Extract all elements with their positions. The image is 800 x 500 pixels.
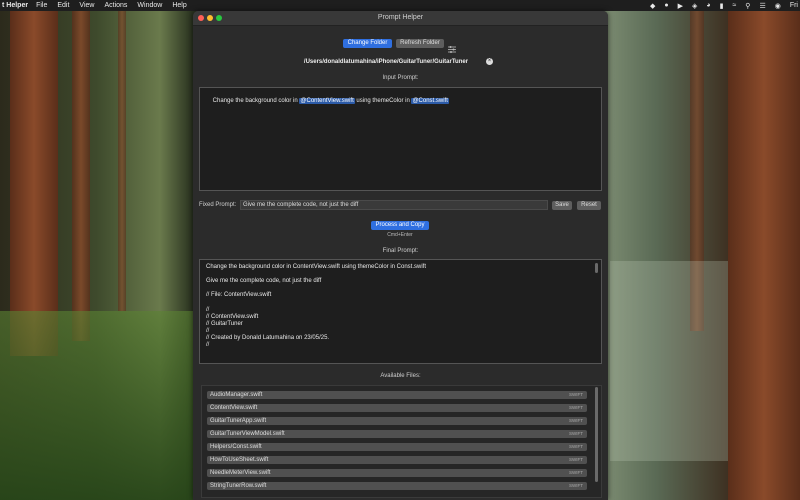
menu-help[interactable]: Help — [172, 2, 186, 9]
wifi-icon[interactable]: ≈ — [732, 2, 736, 9]
file-row[interactable]: AudioManager.swift SWIFT — [207, 391, 587, 399]
file-name: StringTunerRow.swift — [210, 483, 267, 489]
final-prompt-line: // — [206, 306, 210, 313]
file-row[interactable]: Helpers/Const.swift SWIFT — [207, 443, 587, 451]
file-row[interactable]: GuitarTunerViewModel.swift SWIFT — [207, 430, 587, 438]
battery-icon[interactable]: ▮ — [720, 2, 724, 10]
final-prompt-line: // — [206, 342, 210, 349]
file-type-badge: SWIFT — [569, 457, 583, 462]
window-title: Prompt Helper — [377, 14, 424, 21]
profile-icon[interactable]: ● — [664, 2, 668, 9]
file-type-badge: SWIFT — [569, 418, 583, 423]
file-row[interactable]: StringTunerRow.swift SWIFT — [207, 482, 587, 490]
file-type-badge: SWIFT — [569, 444, 583, 449]
save-button[interactable]: Save — [552, 201, 572, 210]
final-prompt-line: Give me the complete code, not just the … — [206, 278, 322, 285]
file-row[interactable]: ContentView.swift SWIFT — [207, 404, 587, 412]
final-prompt-label: Final Prompt: — [382, 248, 419, 254]
wallpaper-grass — [0, 311, 193, 500]
process-shortcut-hint: Cmd+Enter — [387, 232, 413, 238]
final-prompt-line: // — [206, 327, 210, 334]
input-prompt-part: using themeColor in — [354, 98, 412, 104]
final-prompt-line — [206, 299, 426, 306]
file-type-badge: SWIFT — [569, 431, 583, 436]
final-prompt-line: // ContentView.swift — [206, 313, 259, 320]
play-icon[interactable]: ▶ — [678, 2, 683, 10]
final-prompt-line: // Created by Donald Latumahina on 23/05… — [206, 334, 330, 341]
menu-file[interactable]: File — [36, 2, 47, 9]
input-prompt-text: Change the background color in @ContentV… — [206, 92, 449, 110]
file-name: HowToUseSheet.swift — [210, 457, 269, 463]
menu-bar: t Helper File Edit View Actions Window H… — [0, 0, 800, 11]
headphones-icon[interactable]: ◕ — [706, 2, 710, 9]
file-type-badge: SWIFT — [569, 392, 583, 397]
final-prompt-scrollbar[interactable] — [595, 263, 598, 273]
final-prompt-line: // GuitarTuner — [206, 320, 243, 327]
file-name: GuitarTunerApp.swift — [210, 418, 267, 424]
wallpaper-tree-trunk — [72, 11, 90, 341]
clear-folder-icon[interactable]: × — [486, 58, 493, 65]
wallpaper-mist — [610, 261, 728, 461]
available-files-label: Available Files: — [380, 373, 421, 379]
menu-edit[interactable]: Edit — [57, 2, 69, 9]
final-prompt-line — [206, 271, 426, 278]
filter-settings-icon[interactable] — [448, 40, 456, 53]
wallpaper-tree-trunk — [728, 11, 800, 500]
change-folder-button[interactable]: Change Folder — [343, 39, 392, 48]
final-prompt-line: Change the background color in ContentVi… — [206, 264, 427, 270]
file-row[interactable]: GuitarTunerApp.swift SWIFT — [207, 417, 587, 425]
fixed-prompt-label: Fixed Prompt: — [199, 202, 237, 208]
file-type-badge: SWIFT — [569, 470, 583, 475]
process-and-copy-button[interactable]: Process and Copy — [371, 221, 429, 230]
fixed-prompt-field[interactable]: Give me the complete code, not just the … — [240, 200, 548, 210]
folder-path: /Users/donaldlatumahina/iPhone/GuitarTun… — [303, 59, 469, 65]
file-name: AudioManager.swift — [210, 392, 263, 398]
refresh-folder-button[interactable]: Refresh Folder — [396, 39, 444, 48]
final-prompt-text: Change the background color in ContentVi… — [206, 264, 426, 349]
file-row[interactable]: HowToUseSheet.swift SWIFT — [207, 456, 587, 464]
file-reference-token: @ContentView.swift — [299, 98, 355, 104]
control-center-icon[interactable]: ☰ — [759, 2, 765, 10]
status-tray: ◆ ● ▶ ◈ ◕ ▮ ≈ ⚲ ☰ ◉ Fri — [650, 0, 800, 11]
file-type-badge: SWIFT — [569, 405, 583, 410]
input-prompt-part: Change the background color in — [212, 98, 300, 104]
control-icon[interactable]: ◈ — [692, 2, 697, 10]
file-name: Helpers/Const.swift — [210, 444, 262, 450]
input-prompt-label: Input Prompt: — [382, 75, 419, 81]
file-type-badge: SWIFT — [569, 483, 583, 488]
wallpaper-tree-trunk — [10, 11, 58, 356]
input-prompt-textarea[interactable]: Change the background color in @ContentV… — [199, 87, 602, 191]
wallpaper-tree-trunk — [118, 11, 126, 311]
dropbox-icon[interactable]: ◆ — [650, 2, 655, 10]
final-prompt-line: // File: ContentView.swift — [206, 292, 272, 299]
file-name: GuitarTunerViewModel.swift — [210, 431, 285, 437]
file-name: NeedleMeterView.swift — [210, 470, 271, 476]
siri-icon[interactable]: ◉ — [775, 2, 781, 10]
title-bar[interactable]: Prompt Helper — [193, 11, 608, 26]
menu-clock[interactable]: Fri — [790, 2, 798, 9]
menu-actions[interactable]: Actions — [104, 2, 127, 9]
file-name: ContentView.swift — [210, 405, 258, 411]
menu-app-name[interactable]: t Helper — [2, 2, 28, 9]
menu-window[interactable]: Window — [137, 2, 162, 9]
file-reference-token: @Const.swift — [411, 98, 449, 104]
file-row[interactable]: NeedleMeterView.swift SWIFT — [207, 469, 587, 477]
search-icon[interactable]: ⚲ — [745, 2, 750, 10]
reset-button[interactable]: Reset — [577, 201, 601, 210]
menu-view[interactable]: View — [79, 2, 94, 9]
files-list-scrollbar[interactable] — [595, 387, 598, 482]
final-prompt-line — [206, 285, 426, 292]
final-prompt-textarea[interactable]: Change the background color in ContentVi… — [199, 259, 602, 364]
